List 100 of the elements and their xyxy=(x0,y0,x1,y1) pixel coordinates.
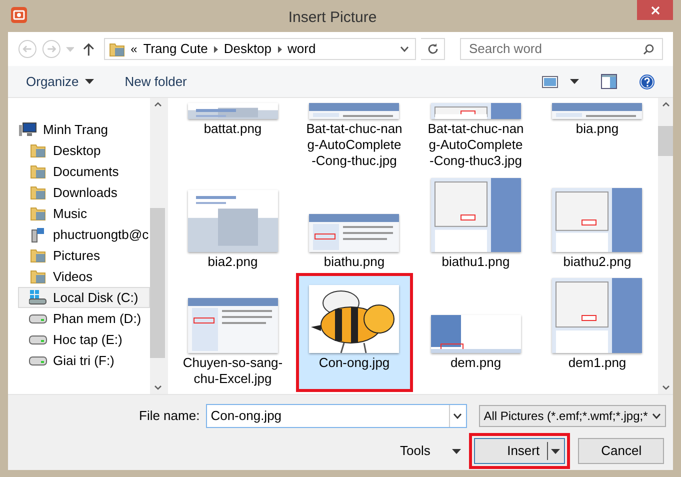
refresh-icon xyxy=(426,43,439,55)
search-icon xyxy=(643,44,654,54)
file-name: Con-ong.jpg xyxy=(318,355,390,371)
folder-icon xyxy=(30,206,46,221)
scroll-up-icon[interactable] xyxy=(662,102,670,107)
preview-pane-icon[interactable] xyxy=(601,74,617,89)
dropdown-caret-icon xyxy=(551,448,560,454)
sidebar-item[interactable]: Minh Trang xyxy=(18,119,150,140)
chevron-down-icon xyxy=(652,413,661,419)
file-item[interactable]: Bat-tat-chuc-nan g-AutoComplete -Cong-thuc.jpg xyxy=(296,98,413,174)
scrollbar[interactable] xyxy=(150,98,165,394)
file-name-label: File name: xyxy=(139,407,200,426)
scrollbar[interactable] xyxy=(658,98,673,394)
organize-button[interactable]: Organize xyxy=(26,72,94,92)
search-field[interactable]: Search word xyxy=(469,39,643,59)
chevron-down-icon[interactable] xyxy=(400,46,410,52)
file-item[interactable]: biathu1.png xyxy=(417,174,534,273)
close-icon xyxy=(650,6,660,14)
file-item[interactable]: biathu.png xyxy=(296,174,413,273)
sidebar-label: Giai tri (F:) xyxy=(53,352,114,370)
scrollbar-thumb[interactable] xyxy=(150,208,165,358)
file-type-dropdown[interactable]: All Pictures (*.emf;*.wmf;*.jpg;* xyxy=(478,405,666,427)
file-name: biathu.png xyxy=(324,254,385,270)
breadcrumb[interactable]: Trang Cute xyxy=(143,39,208,59)
sidebar-label: Desktop xyxy=(53,142,101,160)
sidebar-item[interactable]: Pictures xyxy=(18,245,150,266)
cancel-button[interactable]: Cancel xyxy=(578,438,664,464)
sidebar-item[interactable]: Desktop xyxy=(18,140,150,161)
refresh-button[interactable] xyxy=(421,38,445,60)
caret-icon xyxy=(84,79,94,84)
sidebar-item[interactable]: phuctruongtb@c xyxy=(18,224,150,245)
file-item[interactable]: Con-ong.jpg xyxy=(296,273,413,392)
sidebar-item[interactable]: Giai tri (F:) xyxy=(18,350,150,371)
view-icon[interactable] xyxy=(542,76,558,88)
file-name: Bat-tat-chuc-nan g-AutoComplete -Cong-thuc3.jpg xyxy=(428,121,524,169)
file-item[interactable]: battat.png xyxy=(174,98,292,174)
file-name: Chuyen-so-sang- chu-Excel.jpg xyxy=(182,355,283,387)
folder-icon xyxy=(30,164,46,179)
sidebar-item[interactable]: Documents xyxy=(18,161,150,182)
up-arrow-icon[interactable] xyxy=(83,42,95,56)
file-name: biathu2.png xyxy=(563,254,632,270)
new-folder-button[interactable]: New folder xyxy=(124,72,187,92)
address-bar[interactable]: « Trang Cute Desktop word xyxy=(104,38,416,60)
sidebar-item[interactable]: Music xyxy=(18,203,150,224)
file-item[interactable]: Chuyen-so-sang- chu-Excel.jpg xyxy=(174,273,292,392)
sidebar-item[interactable]: Downloads xyxy=(18,182,150,203)
folder-icon xyxy=(30,269,46,284)
sidebar-label: Music xyxy=(53,204,87,223)
file-name: Bat-tat-chuc-nan g-AutoComplete -Cong-thuc.jpg xyxy=(306,121,402,169)
sidebar-label: phuctruongtb@c xyxy=(53,226,149,244)
file-name: bia2.png xyxy=(208,254,258,270)
drive-icon xyxy=(29,314,47,324)
sidebar-item[interactable]: Phan mem (D:) xyxy=(18,308,150,329)
insert-split-button[interactable]: Insert xyxy=(474,438,566,464)
folder-icon xyxy=(30,185,46,200)
search-box[interactable]: Search word xyxy=(460,38,663,60)
sidebar-label: Local Disk (C:) xyxy=(53,288,138,307)
sidebar-item[interactable]: Hoc tap (E:) xyxy=(18,329,150,350)
sidebar-label: Phan mem (D:) xyxy=(53,310,142,328)
drive-icon xyxy=(29,356,47,366)
sidebar-label: Hoc tap (E:) xyxy=(53,330,122,349)
tools-button[interactable]: Tools xyxy=(400,441,462,461)
scroll-down-icon[interactable] xyxy=(154,385,162,390)
app-icon xyxy=(10,6,28,24)
file-name: dem.png xyxy=(450,355,502,371)
file-name: biathu1.png xyxy=(442,254,510,270)
overflow-chevron[interactable]: « xyxy=(130,40,138,58)
folder-icon xyxy=(30,143,46,158)
file-item[interactable]: dem1.png xyxy=(538,273,656,392)
file-name-combo-box[interactable]: Con-ong.jpg xyxy=(206,404,467,428)
file-name: bia.png xyxy=(576,121,619,137)
sidebar-label: Videos xyxy=(53,268,93,286)
breadcrumb[interactable]: Desktop xyxy=(224,39,272,59)
file-item[interactable]: biathu2.png xyxy=(538,174,656,273)
sidebar-item[interactable]: Videos xyxy=(18,266,150,287)
file-name: battat.png xyxy=(204,121,262,137)
breadcrumb-arrow-icon[interactable] xyxy=(214,46,218,52)
file-item[interactable]: Bat-tat-chuc-nan g-AutoComplete -Cong-thuc3.jpg xyxy=(417,98,534,174)
sidebar-item[interactable]: Local Disk (C:) xyxy=(18,287,150,308)
sidebar-label: Pictures xyxy=(53,246,100,265)
chevron-down-icon[interactable] xyxy=(453,413,462,419)
sidebar-label: Documents xyxy=(53,162,119,181)
breadcrumb[interactable]: word xyxy=(288,39,316,59)
drive-icon xyxy=(29,334,47,344)
sidebar-label: Downloads xyxy=(53,184,118,202)
file-name-field[interactable]: Con-ong.jpg xyxy=(206,406,449,426)
help-icon[interactable] xyxy=(639,74,655,90)
breadcrumb-arrow-icon[interactable] xyxy=(278,46,282,52)
file-item[interactable]: bia.png xyxy=(538,98,656,174)
device-icon xyxy=(30,226,46,242)
file-item[interactable]: bia2.png xyxy=(174,174,292,273)
system-drive-icon xyxy=(29,290,47,305)
scroll-up-icon[interactable] xyxy=(154,102,162,107)
scroll-down-icon[interactable] xyxy=(662,385,670,390)
computer-icon xyxy=(19,122,37,137)
file-item[interactable]: dem.png xyxy=(417,273,534,392)
window-title: Insert Picture xyxy=(287,8,378,28)
close-button[interactable] xyxy=(637,0,673,20)
scrollbar-thumb[interactable] xyxy=(658,126,673,156)
folder-icon xyxy=(30,248,46,263)
